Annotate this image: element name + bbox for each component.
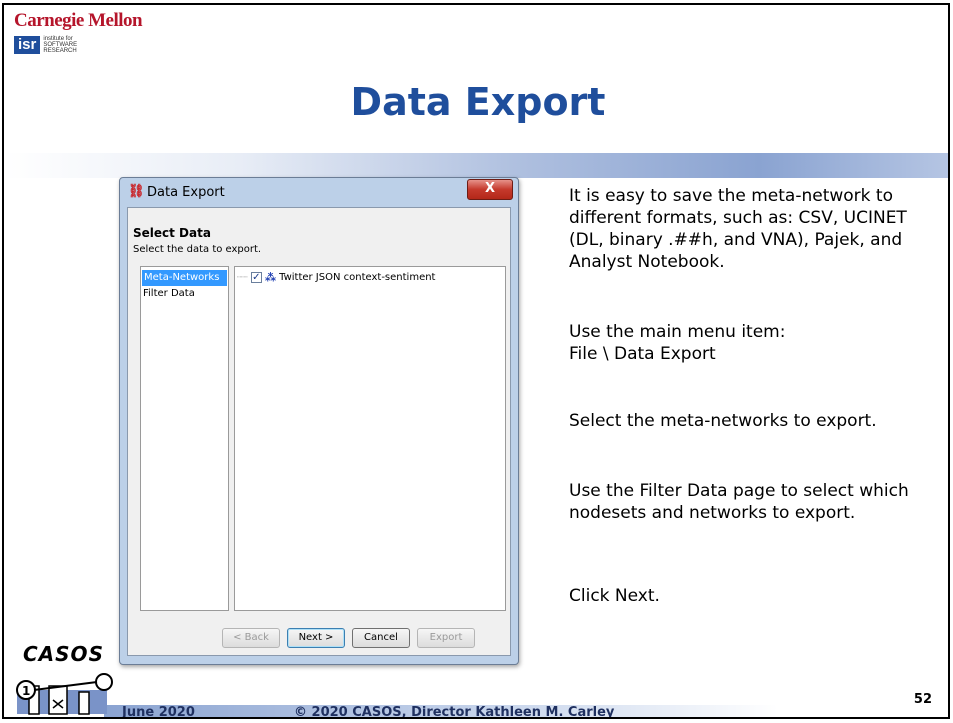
dialog-titlebar[interactable]: ⛓ Data Export X [120, 178, 518, 206]
footer-date: June 2020 [122, 705, 195, 719]
svg-text:1: 1 [22, 684, 30, 698]
isr-logo-text: institute for SOFTWARE RESEARCH [43, 36, 78, 54]
next-button[interactable]: Next > [287, 628, 345, 648]
title-divider [4, 153, 948, 178]
body-paragraph-4: Use the Filter Data page to select which… [569, 481, 909, 523]
section-title: Select Data [133, 226, 211, 240]
page-number: 52 [913, 692, 932, 707]
ora-app-icon: ⛓ [128, 184, 145, 199]
slide-title: Data Export [350, 80, 606, 124]
casos-logo: CASOS 1 [9, 642, 119, 717]
footer: June 2020 © 2020 CASOS, Director Kathlee… [4, 699, 948, 717]
data-export-dialog: ⛓ Data Export X Select Data Select the d… [119, 177, 519, 665]
tree-row[interactable]: ┈┈ ✓ ⁂ Twitter JSON context-sentiment [237, 271, 435, 284]
page-item-filter-data[interactable]: Filter Data [141, 286, 228, 302]
dialog-content: Select Data Select the data to export. M… [127, 207, 511, 656]
isr-logo: isr institute for SOFTWARE RESEARCH [14, 36, 77, 54]
page-item-meta-networks[interactable]: Meta-Networks [142, 270, 227, 286]
footer-copyright: © 2020 CASOS, Director Kathleen M. Carle… [294, 705, 615, 719]
body-paragraph-2a: Use the main menu item: [569, 322, 786, 342]
section-subtitle: Select the data to export. [133, 244, 262, 255]
dialog-buttons: < Back Next > Cancel Export [222, 628, 475, 648]
meta-network-tree: ┈┈ ✓ ⁂ Twitter JSON context-sentiment [234, 266, 506, 611]
meta-network-icon: ⁂ [264, 271, 277, 284]
close-button[interactable]: X [467, 179, 513, 200]
cancel-button[interactable]: Cancel [352, 628, 410, 648]
body-paragraph-3: Select the meta-networks to export. [569, 411, 877, 431]
body-paragraph-5: Click Next. [569, 586, 660, 606]
dialog-title: Data Export [147, 185, 225, 200]
body-paragraph-1: It is easy to save the meta-network to d… [569, 186, 907, 272]
casos-logo-graphic: 1 [16, 673, 113, 715]
slide: Carnegie Mellon isr institute for SOFTWAR… [2, 3, 950, 719]
page-list: Meta-Networks Filter Data [140, 266, 229, 611]
isr-logo-box: isr [14, 36, 41, 54]
tree-connector: ┈┈ [237, 272, 248, 283]
back-button[interactable]: < Back [222, 628, 280, 648]
meta-network-checkbox[interactable]: ✓ [250, 272, 262, 283]
body-paragraph-2b: File \ Data Export [569, 344, 716, 364]
cmu-logo: Carnegie Mellon [14, 10, 143, 31]
meta-network-label: Twitter JSON context-sentiment [279, 272, 436, 283]
export-button[interactable]: Export [417, 628, 475, 648]
